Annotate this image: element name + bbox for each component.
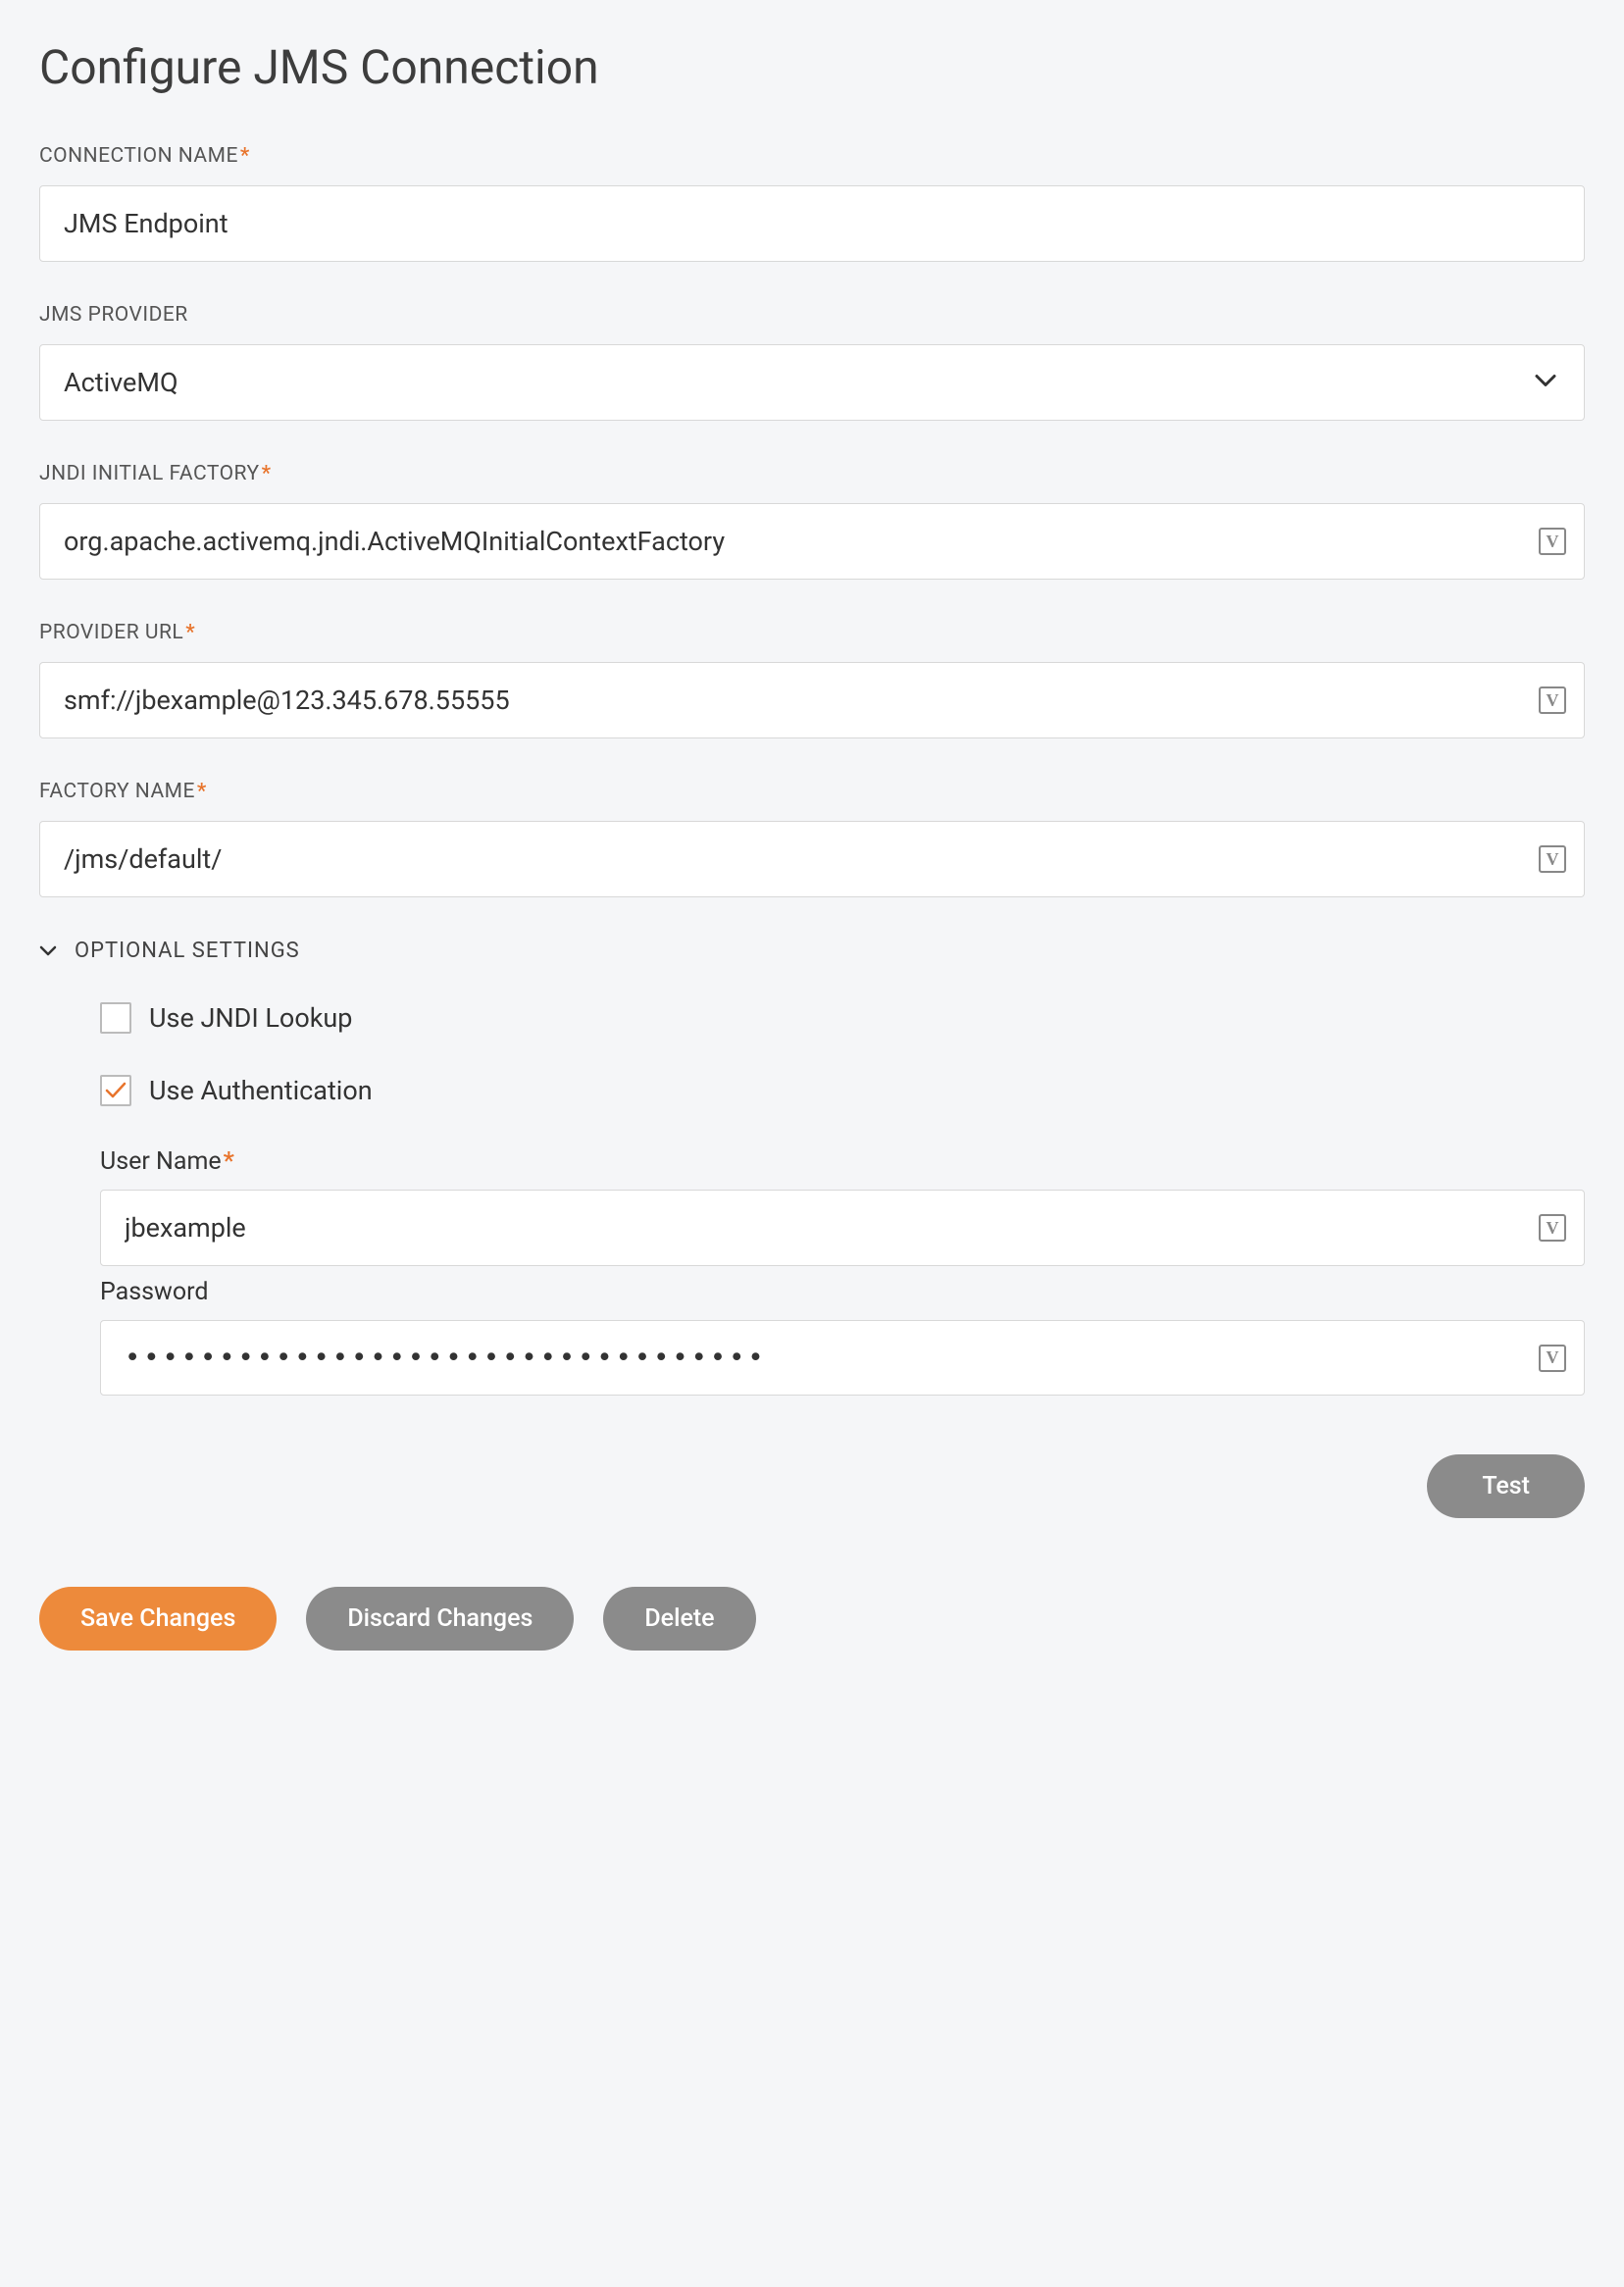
factory-name-label-text: FACTORY NAME [39,780,195,803]
username-label: User Name* [100,1147,1585,1176]
jndi-initial-factory-input-wrap: V [39,503,1585,580]
save-button[interactable]: Save Changes [39,1587,277,1651]
optional-settings-toggle[interactable]: OPTIONAL SETTINGS [39,939,1585,963]
jndi-initial-factory-label-text: JNDI INITIAL FACTORY [39,462,260,485]
variable-icon[interactable]: V [1539,686,1566,714]
connection-name-input-wrap [39,185,1585,262]
password-label-text: Password [100,1278,208,1306]
required-marker: * [224,1147,234,1176]
connection-name-label: CONNECTION NAME* [39,144,1585,168]
username-input[interactable] [101,1191,1539,1265]
password-input-wrap: V [100,1320,1585,1396]
connection-name-input[interactable] [40,186,1584,261]
button-row: Save Changes Discard Changes Delete [39,1587,1585,1651]
provider-url-input-wrap: V [39,662,1585,738]
password-label: Password [100,1278,1585,1306]
test-button[interactable]: Test [1427,1454,1585,1518]
jms-provider-select-wrap: ActiveMQ [39,344,1585,421]
use-jndi-lookup-checkbox[interactable] [100,1002,131,1034]
use-authentication-label: Use Authentication [149,1075,373,1106]
username-label-text: User Name [100,1147,222,1176]
jms-provider-label-text: JMS PROVIDER [39,303,188,327]
provider-url-group: PROVIDER URL* V [39,621,1585,738]
optional-settings-body: Use JNDI Lookup Use Authentication User … [39,1002,1585,1396]
variable-icon[interactable]: V [1539,845,1566,873]
jndi-initial-factory-label: JNDI INITIAL FACTORY* [39,462,1585,485]
jms-provider-group: JMS PROVIDER ActiveMQ [39,303,1585,421]
page-title: Configure JMS Connection [39,39,1585,95]
required-marker: * [185,621,195,644]
discard-button[interactable]: Discard Changes [306,1587,574,1651]
jndi-initial-factory-group: JNDI INITIAL FACTORY* V [39,462,1585,580]
provider-url-input[interactable] [40,663,1539,737]
delete-button[interactable]: Delete [603,1587,755,1651]
variable-icon[interactable]: V [1539,1214,1566,1242]
variable-icon[interactable]: V [1539,1345,1566,1372]
factory-name-input[interactable] [40,822,1539,896]
password-group: Password V [100,1278,1585,1396]
factory-name-label: FACTORY NAME* [39,780,1585,803]
connection-name-label-text: CONNECTION NAME [39,144,238,168]
jms-provider-label: JMS PROVIDER [39,303,1585,327]
provider-url-label: PROVIDER URL* [39,621,1585,644]
use-authentication-checkbox[interactable] [100,1075,131,1106]
jms-provider-select[interactable]: ActiveMQ [40,345,1584,420]
test-row: Test [39,1454,1585,1518]
optional-settings-label: OPTIONAL SETTINGS [75,939,300,963]
required-marker: * [240,144,250,168]
jndi-initial-factory-input[interactable] [40,504,1539,579]
use-jndi-lookup-label: Use JNDI Lookup [149,1002,352,1034]
factory-name-group: FACTORY NAME* V [39,780,1585,897]
variable-icon[interactable]: V [1539,528,1566,555]
chevron-down-icon [39,939,57,963]
use-jndi-lookup-row: Use JNDI Lookup [100,1002,1585,1034]
use-authentication-row: Use Authentication [100,1075,1585,1106]
username-group: User Name* V [100,1147,1585,1266]
factory-name-input-wrap: V [39,821,1585,897]
password-input[interactable] [101,1321,1539,1395]
username-input-wrap: V [100,1190,1585,1266]
provider-url-label-text: PROVIDER URL [39,621,183,644]
required-marker: * [197,780,207,803]
connection-name-group: CONNECTION NAME* [39,144,1585,262]
required-marker: * [262,462,272,485]
